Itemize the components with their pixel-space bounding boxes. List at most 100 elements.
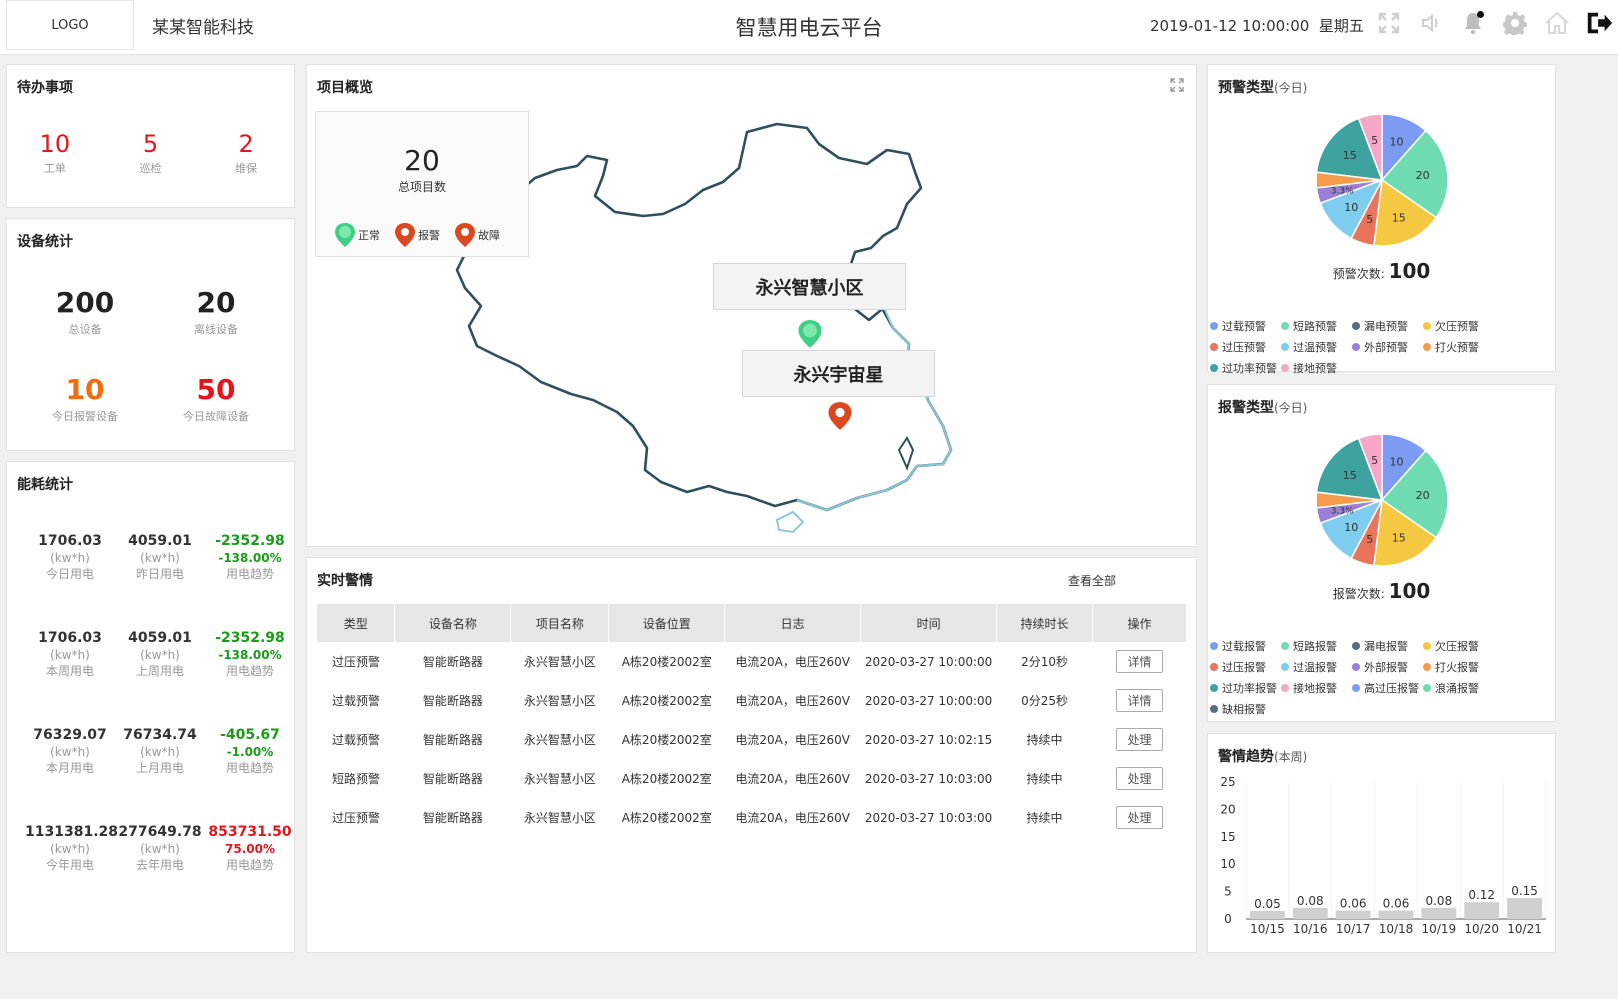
- legend-item[interactable]: 接地预警: [1281, 357, 1352, 378]
- home-icon[interactable]: [1543, 8, 1571, 38]
- legend-label: 过载预警: [1222, 319, 1266, 333]
- cell-action: 详情: [1093, 681, 1187, 720]
- todo-count: 2: [238, 130, 254, 158]
- trend-bar[interactable]: [1378, 910, 1414, 919]
- details-button[interactable]: 详情: [1116, 689, 1163, 712]
- volume-icon[interactable]: [1417, 8, 1445, 38]
- x-tick-label: 10/17: [1336, 922, 1371, 936]
- cell-device: 智能断路器: [422, 694, 483, 708]
- details-button[interactable]: 详情: [1116, 650, 1163, 673]
- trend-bar[interactable]: [1507, 898, 1542, 919]
- legend-item[interactable]: 外部预警: [1352, 336, 1423, 357]
- energy-current: 76329.07 (kw*h) 本月用电: [25, 727, 115, 776]
- col-header: 持续时长: [996, 604, 1093, 642]
- alarm-total: 报警次数: 100: [1208, 579, 1555, 603]
- legend-label: 欠压报警: [1435, 639, 1479, 653]
- site-label-2[interactable]: 永兴宇宙星: [742, 350, 935, 397]
- expand-icon[interactable]: [1170, 77, 1184, 96]
- map-marker-normal[interactable]: [797, 319, 823, 353]
- handle-button[interactable]: 处理: [1116, 728, 1163, 751]
- trend-bar[interactable]: [1250, 911, 1285, 919]
- logout-icon[interactable]: [1585, 8, 1613, 38]
- trend-bar[interactable]: [1292, 907, 1328, 919]
- legend-dot: [1423, 342, 1431, 351]
- handle-button[interactable]: 处理: [1116, 806, 1163, 829]
- warning-type-title: 预警类型(今日): [1218, 77, 1307, 97]
- legend-item[interactable]: 打火预警: [1423, 336, 1494, 357]
- title-text: 预警类型: [1218, 80, 1274, 96]
- legend-item[interactable]: 漏电预警: [1352, 315, 1423, 336]
- view-all-link[interactable]: 查看全部: [1068, 572, 1116, 589]
- cell-log: 电流20A，电压260V: [735, 694, 850, 708]
- energy-label: 去年用电: [135, 858, 184, 872]
- energy-previous: 4059.01 (kw*h) 昨日用电: [115, 533, 205, 582]
- todo-label: 维保: [235, 162, 258, 175]
- pie-slice-label: 3.3%: [1331, 507, 1354, 517]
- legend-label: 短路预警: [1293, 319, 1337, 333]
- energy-previous: 4059.01 (kw*h) 上周用电: [115, 630, 205, 679]
- energy-row-month: 76329.07 (kw*h) 本月用电 76734.74 (kw*h) 上月用…: [25, 727, 295, 776]
- device-stats-panel: 设备统计 200 总设备 20 离线设备 10 今日报警设备 50 今日故障设备: [6, 218, 295, 451]
- table-header-row: 类型 设备名称 项目名称 设备位置 日志 时间 持续时长 操作: [317, 604, 1187, 642]
- alarm-trend-chart[interactable]: 25 20 15 10 5 0 0.05 10/15 0.08 10/16 0.06 10/17 0.0…: [1208, 764, 1557, 954]
- cell-duration: 2分10秒: [1021, 655, 1068, 669]
- legend-item[interactable]: 过压预警: [1210, 336, 1281, 357]
- todo-maintenance[interactable]: 2 维保: [198, 130, 294, 176]
- warning-pie-chart[interactable]: 10 20 15 5 10 3.3% 15 5: [1314, 112, 1450, 248]
- legend-item[interactable]: 过功率报警: [1210, 677, 1281, 698]
- energy-label: 今日用电: [45, 567, 94, 581]
- legend-item[interactable]: 短路预警: [1281, 315, 1352, 336]
- legend-label: 过功率预警: [1222, 361, 1277, 375]
- legend-item[interactable]: 接地报警: [1281, 677, 1352, 698]
- fullscreen-icon[interactable]: [1375, 8, 1403, 38]
- alarm-pie-chart[interactable]: 10 20 15 5 10 3.3% 15 5: [1314, 432, 1450, 568]
- legend-dot: [1281, 321, 1289, 330]
- trend-bar[interactable]: [1464, 902, 1500, 919]
- legend-item[interactable]: 缺相报警: [1210, 698, 1281, 719]
- legend-item[interactable]: 外部报警: [1352, 656, 1423, 677]
- legend-item[interactable]: 浪涌报警: [1423, 677, 1494, 698]
- legend-dot: [1352, 342, 1360, 351]
- legend-item[interactable]: 漏电报警: [1352, 635, 1423, 656]
- legend-dot: [1281, 363, 1289, 372]
- bell-icon[interactable]: [1459, 8, 1487, 38]
- todo-inspection[interactable]: 5 巡检: [103, 130, 199, 176]
- energy-value: 4059.01: [128, 533, 192, 549]
- legend-item[interactable]: 过载预警: [1210, 315, 1281, 336]
- legend-item[interactable]: 过温预警: [1281, 336, 1352, 357]
- title-text: 报警类型: [1218, 400, 1274, 416]
- title-subtitle: (今日): [1274, 401, 1308, 415]
- logo[interactable]: LOGO: [6, 0, 134, 50]
- legend-item[interactable]: 过温报警: [1281, 656, 1352, 677]
- cell-duration: 持续中: [1026, 811, 1063, 825]
- legend-dot: [1210, 342, 1218, 351]
- energy-unit: (kw*h): [140, 745, 180, 759]
- legend-item[interactable]: 过功率预警: [1210, 357, 1281, 378]
- legend-item[interactable]: 欠压预警: [1423, 315, 1494, 336]
- legend-item[interactable]: 过载报警: [1210, 635, 1281, 656]
- device-total-label: 总设备: [68, 323, 102, 336]
- device-offline-label: 离线设备: [194, 323, 238, 336]
- legend-item[interactable]: 过压报警: [1210, 656, 1281, 677]
- trend-bar[interactable]: [1421, 907, 1457, 919]
- total-value: 100: [1388, 259, 1431, 283]
- col-header: 时间: [860, 604, 998, 642]
- legend-item[interactable]: 高过压报警: [1352, 677, 1423, 698]
- legend-dot: [1352, 321, 1360, 330]
- trend-bar[interactable]: [1335, 910, 1371, 919]
- device-total-num: 200: [55, 286, 115, 319]
- energy-label: 用电趋势: [225, 761, 274, 775]
- todo-workorder[interactable]: 10 工单: [7, 130, 103, 176]
- pie-slice-label: 20: [1416, 489, 1430, 502]
- site-label-1[interactable]: 永兴智慧小区: [713, 263, 906, 310]
- map-marker-alarm[interactable]: [827, 401, 853, 435]
- device-offline-num: 20: [196, 286, 236, 319]
- legend-item[interactable]: 打火报警: [1423, 656, 1494, 677]
- handle-button[interactable]: 处理: [1116, 767, 1163, 790]
- legend-item[interactable]: 短路报警: [1281, 635, 1352, 656]
- china-map[interactable]: [447, 120, 1007, 545]
- legend-item[interactable]: 欠压报警: [1423, 635, 1494, 656]
- gear-icon[interactable]: [1501, 8, 1529, 38]
- todo-title: 待办事项: [17, 80, 73, 96]
- cell-duration: 0分25秒: [1021, 694, 1068, 708]
